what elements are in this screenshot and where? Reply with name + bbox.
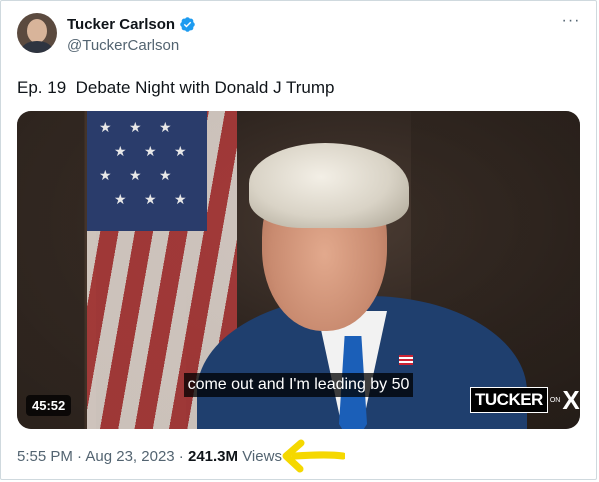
avatar-shoulders [21,41,53,53]
display-name[interactable]: Tucker Carlson [67,16,175,33]
views-label[interactable]: Views [238,448,282,465]
tucker-on-x-logo: TUCKER ON X [470,386,580,414]
avatar-face [27,19,47,43]
flag-canton: ★ ★ ★ ★ ★ ★ ★ ★ ★ ★ ★ ★ [87,111,207,231]
user-handle[interactable]: @TuckerCarlson [67,37,179,54]
tweet-time[interactable]: 5:55 PM [17,448,73,465]
logo-x: X [562,385,580,415]
tweet-text: Ep. 19 Debate Night with Donald J Trump [17,78,335,97]
meta-separator: · [72,448,86,465]
meta-separator: · [174,448,188,465]
views-count[interactable]: 241.3M [188,448,238,465]
arrow-annotation-icon [282,439,345,473]
flag-pin [399,355,413,365]
tweet-card: Tucker Carlson @TuckerCarlson ··· Ep. 19… [0,0,597,480]
verified-badge-icon [180,17,195,32]
video-duration: 45:52 [26,395,72,416]
tweet-date[interactable]: Aug 23, 2023 [85,448,174,465]
logo-word: TUCKER [470,387,548,413]
more-icon[interactable]: ··· [561,13,581,35]
person-hair [249,143,409,228]
avatar[interactable] [17,13,57,53]
caption-text: come out and I'm leading by 50 [183,373,414,397]
tweet-meta: 5:55 PM · Aug 23, 2023 · 241.3M Views [17,448,282,465]
logo-on: ON [549,396,561,404]
video-player[interactable]: ★ ★ ★ ★ ★ ★ ★ ★ ★ ★ ★ ★ come out and I'm… [17,111,580,429]
